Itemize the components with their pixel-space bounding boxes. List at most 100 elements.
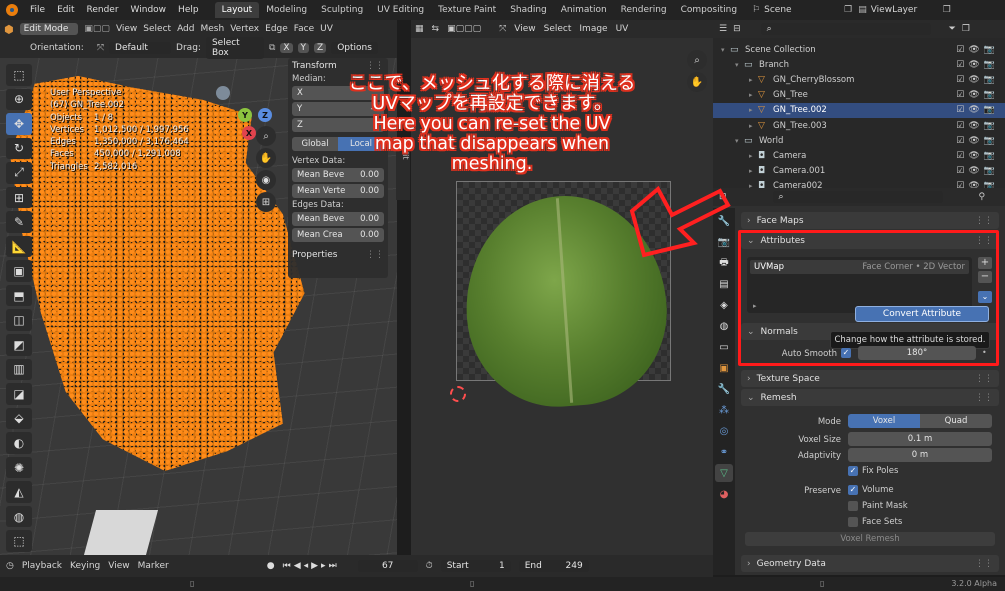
modifier-tab-icon[interactable]: 🔧 (715, 380, 733, 398)
start-frame-field[interactable]: Start 1 (440, 560, 511, 572)
mode-quad-button[interactable]: Quad (920, 414, 992, 428)
camera-view-icon[interactable]: ◉ (256, 170, 276, 190)
outliner-row[interactable]: ▾ ▭ Scene Collection ☑👁📷 (713, 42, 1005, 57)
ortho-grid-icon[interactable]: ⊞ (256, 192, 276, 212)
outliner-type-icon[interactable]: ☰ (719, 24, 727, 34)
keying-menu[interactable]: Keying (70, 561, 100, 571)
outliner-row[interactable]: ▸ ▽ GN_Tree.002 ☑👁📷 (713, 102, 1005, 118)
pin-icon[interactable]: ⚲ (979, 192, 986, 202)
expand-arrow-icon[interactable]: ▸ (749, 152, 758, 160)
blender-logo-icon[interactable] (6, 4, 18, 16)
menu-help[interactable]: Help (172, 5, 205, 15)
uv-select-mode-icons[interactable]: ▣▢▢▢ (447, 24, 481, 34)
menu-edit[interactable]: Edit (51, 5, 80, 15)
pan-hand-icon[interactable]: ✋ (256, 148, 276, 168)
knife-tool-icon[interactable]: ◪ (6, 383, 32, 405)
properties-subpanel-header[interactable]: Properties (292, 250, 337, 260)
smooth-tool-icon[interactable]: ✺ (6, 456, 32, 479)
axis-y-toggle[interactable]: Y (297, 43, 310, 53)
drag-select[interactable]: Select Box (205, 37, 264, 59)
menu-render[interactable]: Render (81, 5, 125, 15)
outliner-row[interactable]: ▸ ▽ GN_Tree ☑👁📷 (713, 88, 1005, 103)
add-cube-tool-icon[interactable]: ▣ (6, 260, 32, 282)
menu-vertex[interactable]: Vertex (230, 24, 259, 34)
uv-menu-view[interactable]: View (514, 24, 535, 34)
outliner-row[interactable]: ▾ ▭ Branch ☑👁📷 (713, 57, 1005, 72)
expand-arrow-icon[interactable]: ▸ (749, 122, 758, 130)
mean-crease-field[interactable]: Mean Crea 0.00 (292, 228, 384, 242)
uv-menu-select[interactable]: Select (544, 24, 572, 34)
tab-sculpting[interactable]: Sculpting (314, 2, 370, 18)
outliner-row[interactable]: ▸ ▽ GN_CherryBlossom ☑👁📷 (713, 72, 1005, 87)
outliner-row[interactable]: ▸ ◘ Camera.001 ☑👁📷 (713, 164, 1005, 179)
shrink-fatten-tool-icon[interactable]: ◍ (6, 505, 32, 528)
tab-shading[interactable]: Shading (503, 2, 554, 18)
new-collection-icon[interactable]: ❐ (962, 24, 970, 34)
outliner-row[interactable]: ▾ ▭ World ☑👁📷 (713, 133, 1005, 148)
volume-checkbox[interactable]: ✓ Volume (848, 485, 894, 495)
bevel-tool-icon[interactable]: ◩ (6, 334, 32, 356)
particles-tab-icon[interactable]: ⁂ (715, 401, 733, 419)
paint-mask-checkbox[interactable]: Paint Mask (848, 501, 908, 511)
properties-search-input[interactable]: ⌕ (772, 191, 943, 203)
face-maps-section[interactable]: › Face Maps ⋮⋮ (741, 212, 999, 229)
outliner-row[interactable]: ▸ ◘ Camera ☑👁📷 (713, 148, 1005, 163)
texture-space-section[interactable]: › Texture Space ⋮⋮ (741, 370, 999, 387)
outliner-search-input[interactable]: ⌕ (760, 23, 931, 35)
gizmo-y-axis[interactable]: Y (238, 108, 252, 122)
tab-animation[interactable]: Animation (554, 2, 614, 18)
menu-face[interactable]: Face (294, 24, 314, 34)
gizmo-z-axis[interactable]: Z (258, 108, 272, 122)
inset-tool-icon[interactable]: ◫ (6, 309, 32, 332)
expand-arrow-icon[interactable]: ▾ (735, 61, 744, 69)
menu-view-3d[interactable]: View (116, 24, 137, 34)
ground-plane[interactable] (83, 510, 159, 555)
visibility-toggles-icon[interactable]: ☑👁📷 (956, 90, 999, 100)
visibility-toggles-icon[interactable]: ☑👁📷 (956, 75, 999, 85)
visibility-toggles-icon[interactable]: ☑👁📷 (956, 136, 999, 146)
expand-arrow-icon[interactable]: ▸ (749, 106, 758, 114)
menu-uv-3d[interactable]: UV (320, 24, 333, 34)
voxel-size-field[interactable]: 0.1 m (848, 432, 992, 446)
visibility-toggles-icon[interactable]: ☑👁📷 (956, 60, 999, 70)
menu-mesh[interactable]: Mesh (201, 24, 225, 34)
uv-menu-image[interactable]: Image (579, 24, 607, 34)
copy-scene-icon[interactable]: ❐ (844, 5, 852, 15)
filter-icon[interactable]: ⏷ (949, 24, 956, 34)
visibility-toggles-icon[interactable]: ☑👁📷 (956, 121, 999, 131)
cursor-tool-icon[interactable]: ⊕ (6, 88, 32, 111)
uv-menu-uv[interactable]: UV (616, 24, 629, 34)
expand-arrow-icon[interactable]: ▸ (749, 167, 758, 175)
display-mode-icon[interactable]: ⊟ (733, 24, 741, 34)
current-frame-field[interactable]: 67 (357, 560, 418, 572)
mesh-data-tab-icon[interactable]: ▽ (715, 464, 733, 482)
outliner-row[interactable]: ▸ ◘ Camera002 ☑👁📷 (713, 179, 1005, 188)
view-layer-tab-icon[interactable]: ▤ (715, 275, 733, 293)
world-tab-icon[interactable]: ◍ (715, 317, 733, 335)
menu-file[interactable]: File (24, 5, 51, 15)
uv-sticky-icon[interactable]: ⤧ (499, 24, 506, 34)
outliner-row[interactable]: ▸ ▽ GN_Tree.003 ☑👁📷 (713, 118, 1005, 133)
drag-handle-icon[interactable]: ⋮⋮ (366, 61, 384, 71)
voxel-remesh-button[interactable]: Voxel Remesh (745, 532, 995, 546)
visibility-toggles-icon[interactable]: ☑👁📷 (956, 151, 999, 161)
material-tab-icon[interactable]: ◕ (715, 485, 733, 503)
remesh-section[interactable]: ⌄ Remesh ⋮⋮ (741, 389, 999, 406)
object-tab-icon[interactable]: ▣ (715, 359, 733, 377)
menu-add[interactable]: Add (177, 24, 194, 34)
tab-rendering[interactable]: Rendering (614, 2, 674, 18)
face-sets-checkbox[interactable]: Face Sets (848, 517, 902, 527)
view-layer-name[interactable]: ViewLayer (871, 5, 943, 15)
tab-texture-paint[interactable]: Texture Paint (431, 2, 503, 18)
gizmo-x-axis[interactable]: X (242, 126, 256, 140)
visibility-toggles-icon[interactable]: ☑👁📷 (956, 181, 999, 188)
mean-bevel-edge-field[interactable]: Mean Beve 0.00 (292, 212, 384, 226)
expand-arrow-icon[interactable]: ▾ (721, 46, 730, 54)
shear-tool-icon[interactable]: ⬚ (6, 530, 32, 552)
timeline-view-menu[interactable]: View (108, 561, 129, 571)
edge-slide-tool-icon[interactable]: ◭ (6, 481, 32, 503)
options-dropdown[interactable]: Options (331, 42, 378, 54)
loop-cut-tool-icon[interactable]: ▥ (6, 358, 32, 381)
drag-handle-icon[interactable]: ⋮⋮ (366, 250, 384, 260)
select-mode-icons[interactable]: ▣▢▢ (84, 24, 110, 34)
